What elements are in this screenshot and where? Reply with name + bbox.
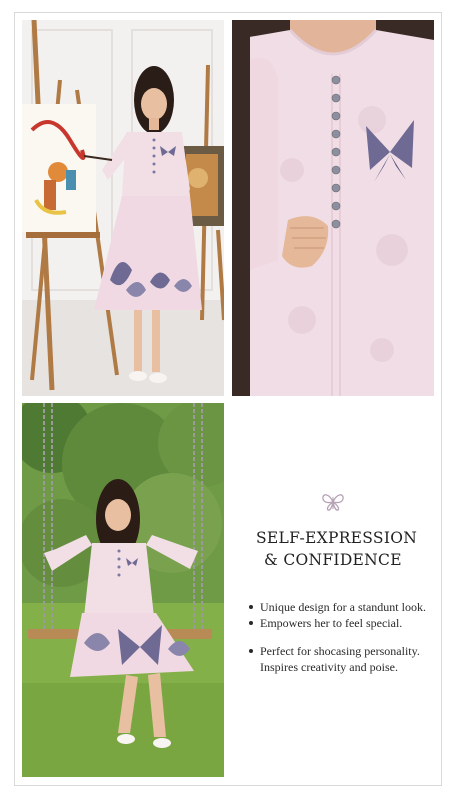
feature-item: Inspires creativity and poise. [260, 660, 398, 674]
feature-item: Empowers her to feel special. [248, 615, 434, 631]
feature-item: Perfect for shocasing personality. [248, 643, 434, 659]
girl-on-swing-photo [22, 403, 224, 777]
feature-item: Unique design for a standunt look. [248, 599, 434, 615]
butterfly-icon [320, 491, 346, 513]
section-heading: SELF-EXPRESSION & CONFIDENCE [256, 527, 434, 571]
girl-painting-at-easel-photo [22, 20, 224, 396]
heading-line-2: & CONFIDENCE [264, 551, 402, 569]
dress-closeup-photo [232, 20, 434, 396]
heading-line-1: SELF-EXPRESSION [256, 529, 418, 547]
feature-text-panel: SELF-EXPRESSION & CONFIDENCE Unique desi… [232, 403, 434, 777]
feature-list: Unique design for a standunt look. Empow… [248, 599, 434, 675]
